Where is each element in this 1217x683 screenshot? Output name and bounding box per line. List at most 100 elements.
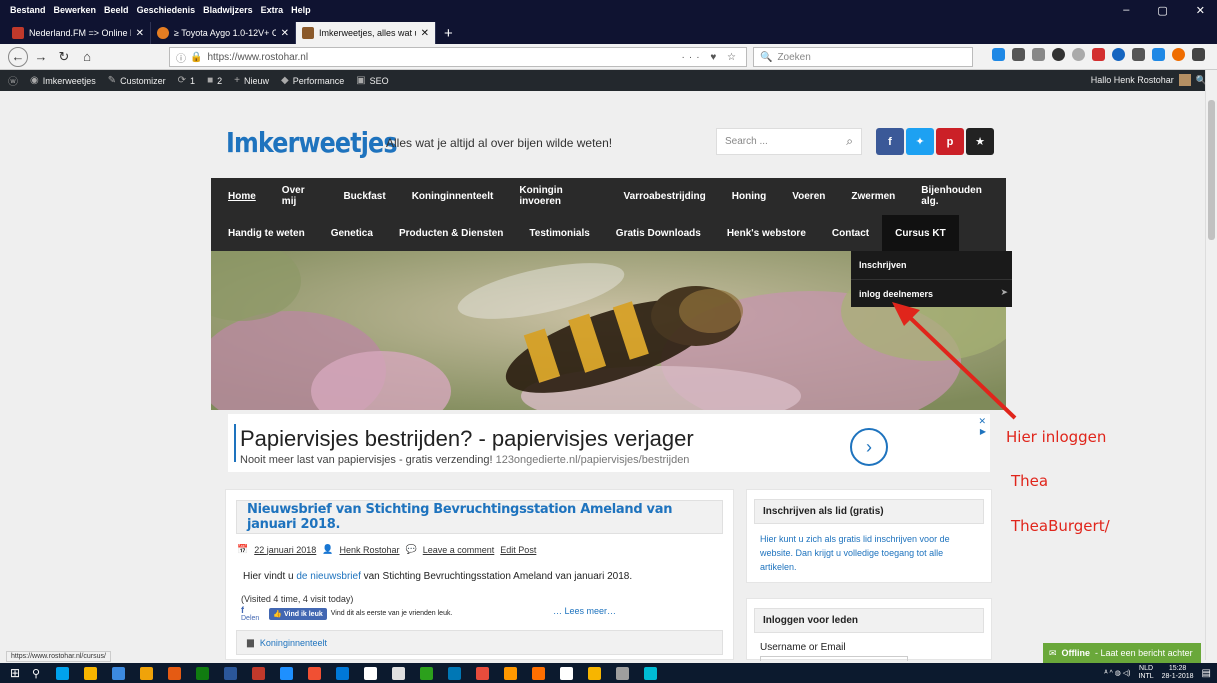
taskbar-app-icon[interactable] [224, 666, 238, 680]
ad-choices-icon[interactable]: ▶ [980, 427, 986, 436]
wp-performance[interactable]: ◆ Performance [281, 75, 344, 86]
menu-help[interactable]: Help [291, 5, 311, 15]
nav-bijenhouden-alg[interactable]: Bijenhouden alg. [908, 178, 1006, 214]
twitter-icon[interactable]: ✦ [906, 128, 934, 155]
taskbar-app-icon[interactable] [588, 666, 602, 680]
read-more-link[interactable]: … Lees meer… [553, 606, 616, 616]
pinterest-icon[interactable]: p [936, 128, 964, 155]
post-date[interactable]: 22 januari 2018 [254, 545, 316, 555]
taskbar-app-icon[interactable] [168, 666, 182, 680]
menu-bewerken[interactable]: Bewerken [54, 5, 97, 15]
dropdown-item-inschrijven[interactable]: Inschrijven [851, 251, 1012, 279]
username-input[interactable] [760, 656, 908, 661]
nav-genetica[interactable]: Genetica [318, 215, 386, 251]
taskbar-app-icon[interactable] [308, 666, 322, 680]
clock[interactable]: 15:28 28-1-2018 [1162, 665, 1194, 681]
register-widget-text[interactable]: Hier kunt u zich als gratis lid inschrij… [760, 532, 982, 574]
menu-extra[interactable]: Extra [261, 5, 284, 15]
wp-logo-icon[interactable]: ⓦ [8, 73, 18, 88]
close-window-button[interactable]: ✕ [1196, 4, 1205, 17]
wp-site-name[interactable]: ◉ Imkerweetjes [30, 75, 96, 86]
scrollbar-thumb[interactable] [1208, 100, 1215, 240]
nav-koninginnenteelt[interactable]: Koninginnenteelt [399, 178, 507, 214]
nav-producten-diensten[interactable]: Producten & Diensten [386, 215, 516, 251]
tab-nederland-fm[interactable]: Nederland.FM => Online luiste ✕ [6, 22, 151, 44]
nav-cursus-kt[interactable]: Cursus KT [882, 215, 959, 251]
nav-handig-te-weten[interactable]: Handig te weten [228, 215, 318, 251]
chevron-right-icon[interactable]: › [850, 428, 888, 466]
back-button[interactable]: ← [8, 46, 28, 67]
post-author[interactable]: Henk Rostohar [340, 545, 400, 555]
taskbar-app-icon[interactable] [252, 666, 266, 680]
close-ad-icon[interactable]: ✕ [978, 416, 986, 427]
close-tab-icon[interactable]: ✕ [281, 28, 289, 39]
wp-account-menu[interactable]: Hallo Henk Rostohar 🔍 [1091, 74, 1207, 86]
maximize-button[interactable]: ▢ [1157, 4, 1167, 17]
taskbar-app-icon[interactable] [476, 666, 490, 680]
nav-varroabestrijding[interactable]: Varroabestrijding [611, 178, 719, 214]
nav-testimonials[interactable]: Testimonials [516, 215, 602, 251]
menu-bestand[interactable]: Bestand [10, 5, 46, 15]
menu-bladwijzers[interactable]: Bladwijzers [203, 5, 253, 15]
extension-icon[interactable] [1072, 48, 1085, 61]
category-link[interactable]: Koninginnenteelt [260, 638, 327, 648]
close-tab-icon[interactable]: ✕ [421, 28, 429, 39]
library-icon[interactable] [1012, 48, 1025, 61]
tab-imkerweetjes[interactable]: Imkerweetjes, alles wat u altijd ✕ [296, 22, 436, 44]
taskbar-app-icon[interactable] [560, 666, 574, 680]
url-bar[interactable]: ⓘ 🔒 https://www.rostohar.nl ··· ♥ ☆ [169, 47, 747, 67]
extension-icon[interactable] [1092, 48, 1105, 61]
site-search-input[interactable]: Search ... ⌕ [716, 128, 862, 155]
taskbar-app-icon[interactable] [532, 666, 546, 680]
windows-start-icon[interactable]: ⊞ [10, 666, 32, 680]
taskbar-app-icon[interactable] [644, 666, 658, 680]
nav-gratis-downloads[interactable]: Gratis Downloads [603, 215, 714, 251]
page-scrollbar[interactable] [1205, 70, 1217, 660]
wp-updates[interactable]: ⟳ 1 [178, 75, 195, 86]
taskbar-app-icon[interactable] [84, 666, 98, 680]
extension-icon[interactable] [1052, 48, 1065, 61]
nav-contact[interactable]: Contact [819, 215, 882, 251]
menu-beeld[interactable]: Beeld [104, 5, 129, 15]
nav-henks-webstore[interactable]: Henk's webstore [714, 215, 819, 251]
site-title[interactable]: Imkerweetjes [226, 126, 397, 159]
taskbar-app-icon[interactable] [420, 666, 434, 680]
taskbar-app-icon[interactable] [448, 666, 462, 680]
chat-widget[interactable]: ✉ Offline - Laat een bericht achter [1043, 643, 1201, 663]
taskbar-app-icon[interactable] [56, 666, 70, 680]
search-icon[interactable]: ⚲ [32, 667, 40, 680]
newsletter-link[interactable]: de nieuwsbrief [296, 571, 360, 582]
menu-geschiedenis[interactable]: Geschiedenis [137, 5, 196, 15]
tab-toyota-aygo[interactable]: ≥ Toyota Aygo 1.0-12V+ City 2 ✕ [151, 22, 296, 44]
reload-button[interactable]: ↻ [54, 47, 74, 67]
taskbar-app-icon[interactable] [504, 666, 518, 680]
edit-post-link[interactable]: Edit Post [500, 545, 536, 555]
facebook-icon[interactable]: f [876, 128, 904, 155]
post-title[interactable]: Nieuwsbrief van Stichting Bevruchtingsst… [247, 502, 722, 532]
ad-banner[interactable]: Papiervisjes bestrijden? - papiervisjes … [228, 414, 990, 472]
info-icon[interactable]: ⓘ [176, 50, 186, 65]
browser-search-input[interactable]: 🔍 Zoeken [753, 47, 973, 67]
nav-zwermen[interactable]: Zwermen [838, 178, 908, 214]
wp-seo[interactable]: ▣ SEO [356, 75, 388, 86]
taskbar-app-icon[interactable] [140, 666, 154, 680]
taskbar-app-icon[interactable] [280, 666, 294, 680]
extension-icon[interactable] [1132, 48, 1145, 61]
nav-honing[interactable]: Honing [719, 178, 779, 214]
extension-icon[interactable] [1172, 48, 1185, 61]
nav-koningin-invoeren[interactable]: Koningin invoeren [506, 178, 610, 214]
language-indicator[interactable]: NLD INTL [1138, 665, 1153, 681]
nav-buckfast[interactable]: Buckfast [330, 178, 398, 214]
extension-icon[interactable] [1032, 48, 1045, 61]
facebook-share-button[interactable]: f Delen [241, 605, 259, 622]
wp-comments[interactable]: ■ 2 [207, 75, 222, 86]
forward-button[interactable]: → [31, 47, 51, 67]
extension-icon[interactable] [1152, 48, 1165, 61]
ad-title[interactable]: Papiervisjes bestrijden? - papiervisjes … [240, 426, 694, 452]
facebook-like-button[interactable]: 👍 Vind ik leuk [269, 607, 327, 620]
minimize-button[interactable]: – [1123, 4, 1129, 17]
tray-icons[interactable]: ᴬ ^ ◍ ◁) [1104, 669, 1130, 677]
taskbar-app-icon[interactable] [616, 666, 630, 680]
wp-new[interactable]: + Nieuw [234, 75, 269, 86]
home-button[interactable]: ⌂ [77, 47, 97, 67]
